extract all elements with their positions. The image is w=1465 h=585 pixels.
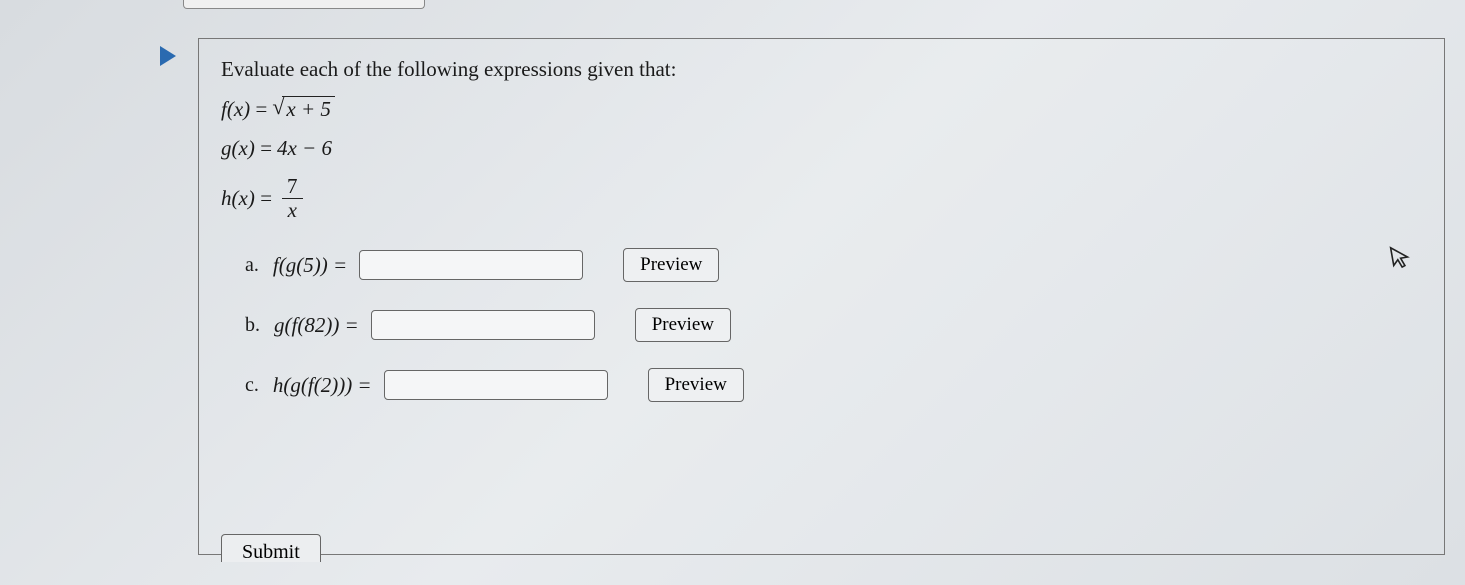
- sqrt-icon: √ x + 5: [272, 96, 335, 122]
- h-lhs: h(x): [221, 186, 255, 211]
- g-eq: =: [259, 136, 273, 161]
- question-panel: Evaluate each of the following expressio…: [198, 38, 1445, 555]
- definition-f: f(x) = √ x + 5: [221, 96, 1422, 122]
- h-den: x: [282, 198, 303, 222]
- part-c-row: c. h(g(f(2))) = Preview: [245, 368, 1422, 402]
- part-a-expr: f(g(5)) =: [273, 253, 347, 278]
- definition-h: h(x) = 7 x: [221, 175, 1422, 222]
- post-to-forum-button-fragment[interactable]: [183, 0, 425, 9]
- play-icon[interactable]: [160, 46, 176, 66]
- g-rhs: 4x − 6: [277, 136, 332, 161]
- part-b-expr: g(f(82)) =: [274, 313, 359, 338]
- fraction-icon: 7 x: [281, 175, 304, 222]
- part-b-letter: b.: [245, 314, 260, 337]
- part-a-letter: a.: [245, 254, 259, 277]
- part-c-letter: c.: [245, 374, 259, 397]
- h-num: 7: [281, 175, 304, 198]
- g-lhs: g(x): [221, 136, 255, 161]
- f-eq: =: [254, 97, 268, 122]
- part-c-expr: h(g(f(2))) =: [273, 373, 372, 398]
- definition-g: g(x) = 4x − 6: [221, 136, 1422, 161]
- part-c-preview-button[interactable]: Preview: [648, 368, 744, 402]
- f-lhs: f(x): [221, 97, 250, 122]
- part-a-input[interactable]: [359, 250, 583, 280]
- part-a-preview-button[interactable]: Preview: [623, 248, 719, 282]
- submit-button[interactable]: Submit: [221, 534, 321, 562]
- question-intro: Evaluate each of the following expressio…: [221, 57, 1422, 82]
- part-b-input[interactable]: [371, 310, 595, 340]
- part-c-input[interactable]: [384, 370, 608, 400]
- part-b-row: b. g(f(82)) = Preview: [245, 308, 1422, 342]
- part-a-row: a. f(g(5)) = Preview: [245, 248, 1422, 282]
- part-b-preview-button[interactable]: Preview: [635, 308, 731, 342]
- f-sqrt-arg: x + 5: [282, 96, 335, 122]
- h-eq: =: [259, 186, 273, 211]
